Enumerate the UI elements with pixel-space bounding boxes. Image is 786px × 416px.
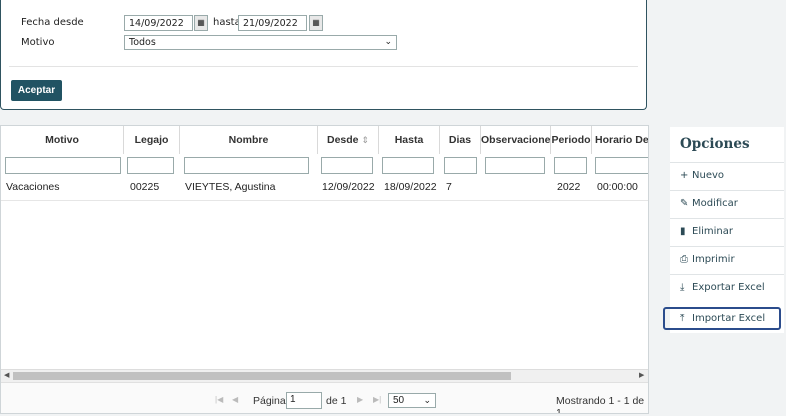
column-header-motivo[interactable]: Motivo [1, 126, 124, 154]
first-page-icon[interactable]: |◀ [215, 395, 223, 404]
hasta-label: hasta [213, 17, 241, 28]
accept-button[interactable]: Aceptar [11, 80, 62, 101]
column-header-periodo[interactable]: Periodo [551, 126, 592, 154]
delete-button[interactable]: ▮ Eliminar [670, 218, 784, 246]
pager: |◀ ◀ Página 1 de 1 ▶ ▶| 50 ⌄ Mostrando 1… [1, 382, 648, 414]
column-header-observaciones[interactable]: Observaciones [481, 126, 551, 154]
page-size-value: 50 [393, 395, 405, 406]
next-page-icon[interactable]: ▶ [357, 395, 363, 404]
row-divider [1, 200, 648, 201]
cell-motivo: Vacaciones [6, 181, 60, 193]
printer-icon: ⎙ [680, 254, 688, 265]
plus-icon: + [680, 170, 689, 181]
chevron-down-icon: ⌄ [384, 37, 392, 47]
column-header-legajo[interactable]: Legajo [124, 126, 180, 154]
cell-nombre: VIEYTES, Agustina [185, 181, 276, 193]
motivo-label: Motivo [21, 37, 55, 48]
cell-periodo: 2022 [557, 181, 581, 193]
import-excel-button[interactable]: ⤒ Importar Excel [663, 307, 781, 330]
divider [9, 66, 638, 67]
column-header-hasta[interactable]: Hasta [379, 126, 440, 154]
column-header-horario-desde[interactable]: Horario Desd [592, 126, 648, 154]
calendar-icon[interactable]: ▦ [194, 15, 208, 31]
page-count: de 1 [326, 395, 347, 407]
results-grid: Motivo Legajo Nombre Desde ⇕ Hasta Dias … [0, 125, 649, 414]
pencil-icon: ✎ [680, 198, 689, 209]
records-summary: Mostrando 1 - 1 de 1 [556, 395, 645, 414]
column-header-nombre[interactable]: Nombre [180, 126, 318, 154]
cell-hasta: 18/09/2022 [384, 181, 437, 193]
print-button[interactable]: ⎙ Imprimir [670, 246, 784, 274]
cell-horario: 00:00:00 [597, 181, 638, 193]
fecha-desde-input[interactable]: 14/09/2022 [124, 15, 193, 31]
scrollbar-thumb[interactable] [13, 372, 511, 380]
page-number-input[interactable]: 1 [286, 392, 322, 409]
options-panel: Opciones + Nuevo ✎ Modificar ▮ Eliminar ⎙ Im… [663, 127, 784, 333]
filter-observaciones-input[interactable] [485, 157, 545, 174]
page-size-select[interactable]: 50 ⌄ [388, 393, 436, 408]
filter-desde-input[interactable] [321, 157, 373, 174]
column-header-dias[interactable]: Dias [440, 126, 481, 154]
fecha-desde-label: Fecha desde [21, 17, 84, 28]
filter-panel: Fecha desde 14/09/2022 ▦ hasta 21/09/202… [0, 0, 647, 110]
motivo-select-value: Todos [129, 37, 156, 48]
scroll-left-icon[interactable]: ◀ [4, 370, 9, 382]
filter-periodo-input[interactable] [554, 157, 587, 174]
sort-icon: ⇕ [361, 135, 369, 145]
chevron-down-icon: ⌄ [423, 395, 431, 405]
horizontal-scrollbar[interactable]: ◀ ▶ [1, 369, 648, 382]
last-page-icon[interactable]: ▶| [373, 395, 381, 404]
filter-dias-input[interactable] [444, 157, 477, 174]
filter-hasta-input[interactable] [382, 157, 434, 174]
page-label: Página [253, 395, 286, 407]
cell-dias: 7 [446, 181, 452, 193]
cell-desde: 12/09/2022 [322, 181, 375, 193]
export-excel-button[interactable]: ⤓ Exportar Excel [670, 274, 784, 302]
motivo-select[interactable]: Todos ⌄ [124, 35, 397, 50]
trash-icon: ▮ [680, 226, 686, 237]
filter-nombre-input[interactable] [184, 157, 309, 174]
prev-page-icon[interactable]: ◀ [232, 395, 238, 404]
new-button[interactable]: + Nuevo [670, 162, 784, 190]
filter-legajo-input[interactable] [127, 157, 174, 174]
calendar-icon[interactable]: ▦ [309, 15, 323, 31]
edit-button[interactable]: ✎ Modificar [670, 190, 784, 218]
cell-legajo: 00225 [130, 181, 160, 193]
scroll-right-icon[interactable]: ▶ [639, 370, 644, 382]
filter-motivo-input[interactable] [5, 157, 121, 174]
filter-horario-input[interactable] [595, 157, 648, 174]
upload-icon: ⤒ [680, 313, 685, 324]
options-title: Opciones [680, 136, 750, 152]
download-icon: ⤓ [680, 282, 685, 293]
fecha-hasta-input[interactable]: 21/09/2022 [238, 15, 307, 31]
column-header-desde[interactable]: Desde ⇕ [318, 126, 379, 154]
